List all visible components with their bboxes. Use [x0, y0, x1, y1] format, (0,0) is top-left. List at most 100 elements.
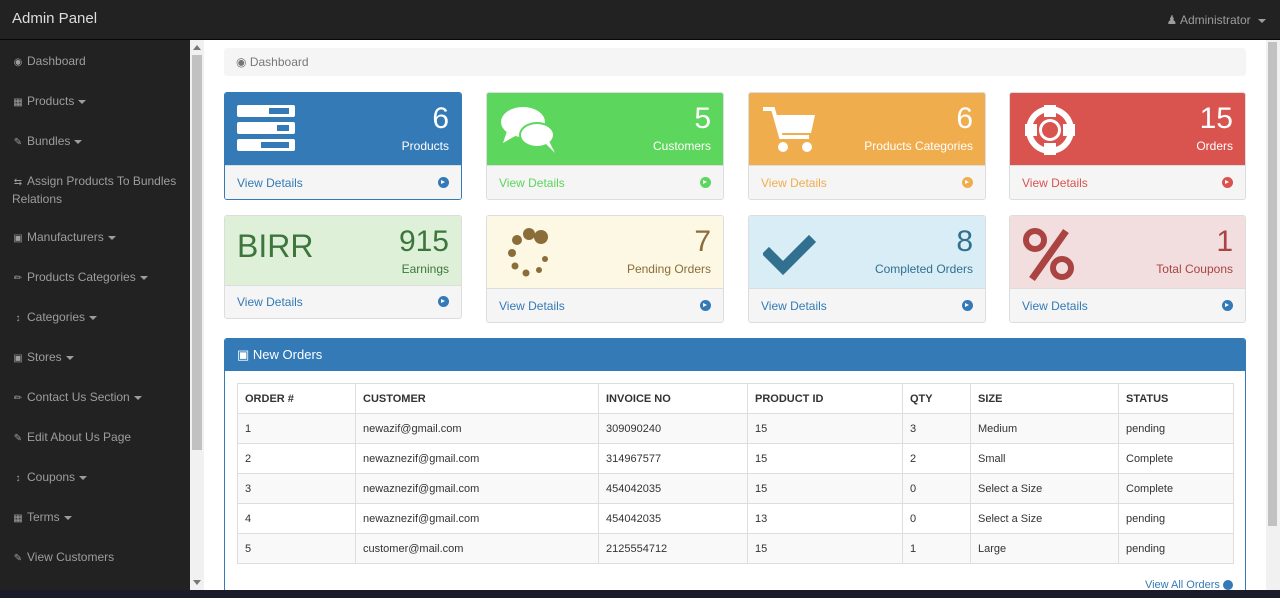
table-cell: newaznezif@gmail.com — [355, 443, 599, 474]
completed-orders-count: 8 — [956, 225, 973, 258]
panel-products-categories: 6 Products Categories View Details — [748, 92, 986, 200]
column-header: INVOICE NO — [598, 383, 748, 414]
table-cell: newazif@gmail.com — [355, 413, 599, 444]
table-cell: customer@mail.com — [355, 533, 599, 564]
products-view-details[interactable]: View Details — [225, 165, 461, 199]
earnings-label: Earnings — [401, 262, 449, 276]
tasks-icon — [237, 105, 295, 151]
table-cell: 2125554712 — [598, 533, 748, 564]
table-cell: pending — [1118, 503, 1234, 534]
table-row[interactable]: 3 newaznezif@gmail.com 454042035 15 0 Se… — [237, 473, 1234, 504]
arrow-circle-right-icon — [700, 177, 711, 188]
percent-icon — [1023, 228, 1074, 282]
chevron-down-icon — [107, 235, 116, 240]
sidebar: ◉ Dashboard ▦ Products ✎ Bundles ⇆ Assign Pr… — [0, 40, 190, 590]
customers-count: 5 — [694, 102, 711, 135]
orders-count: 15 — [1199, 102, 1233, 135]
table-cell: 15 — [747, 473, 903, 504]
table-cell: pending — [1118, 533, 1234, 564]
products-categories-count: 6 — [956, 102, 973, 135]
panel-orders: 15 Orders View Details — [1009, 92, 1246, 200]
table-cell: Complete — [1118, 443, 1234, 474]
chevron-down-icon — [65, 355, 74, 360]
chevron-down-icon — [74, 139, 83, 144]
breadcrumb: ◉ Dashboard — [224, 48, 1246, 76]
comments-icon — [501, 107, 555, 153]
products-count: 6 — [432, 102, 449, 135]
table-cell: 15 — [747, 533, 903, 564]
table-cell: 1 — [902, 533, 971, 564]
orders-view-details[interactable]: View Details — [1010, 165, 1245, 199]
total-coupons-count: 1 — [1216, 225, 1233, 258]
chevron-down-icon — [1258, 18, 1266, 23]
sidebar-item-terms[interactable]: ▦ Terms — [0, 509, 190, 527]
pending-orders-view-details[interactable]: View Details — [487, 288, 723, 322]
table-cell: 13 — [747, 503, 903, 534]
table-cell: 2 — [902, 443, 971, 474]
panel-customers: 5 Customers View Details — [486, 92, 724, 200]
sidebar-item-coupons[interactable]: ↕ Coupons — [0, 469, 190, 487]
table-row[interactable]: 4 newaznezif@gmail.com 454042035 13 0 Se… — [237, 503, 1234, 534]
birr-text: BIRR — [237, 228, 314, 264]
arrow-circle-right-icon — [962, 177, 973, 188]
money-icon: ▣ — [237, 347, 250, 362]
sidebar-item-stores[interactable]: ▣ Stores — [0, 349, 190, 367]
chevron-down-icon — [139, 275, 148, 280]
table-cell: Large — [970, 533, 1119, 564]
sidebar-item-assign-products[interactable]: ⇆ Assign Products To Bundles Relations — [0, 173, 190, 207]
chevron-down-icon — [133, 395, 142, 400]
table-icon: ▦ — [13, 513, 23, 524]
arrow-circle-right-icon — [438, 177, 449, 188]
arrow-circle-right-icon — [1223, 580, 1233, 591]
user-name: Administrator — [1179, 13, 1251, 27]
arrow-circle-right-icon — [1222, 300, 1233, 311]
chevron-down-icon — [79, 475, 88, 480]
table-row[interactable]: 1 newazif@gmail.com 309090240 15 3 Mediu… — [237, 413, 1234, 444]
scroll-down-icon[interactable] — [193, 580, 201, 585]
check-icon — [763, 234, 817, 276]
total-coupons-view-details[interactable]: View Details — [1010, 288, 1245, 322]
new-orders-title: New Orders — [252, 347, 323, 362]
support-icon — [1025, 105, 1075, 155]
dashboard-icon: ◉ — [13, 57, 23, 68]
table-row[interactable]: 5 customer@mail.com 2125554712 15 1 Larg… — [237, 533, 1234, 564]
sidebar-item-bundles[interactable]: ✎ Bundles — [0, 133, 190, 151]
sidebar-item-categories[interactable]: ↕ Categories — [0, 309, 190, 327]
user-menu[interactable]: ♟ Administrator — [1167, 13, 1266, 27]
column-header: PRODUCT ID — [747, 383, 903, 414]
chevron-down-icon — [89, 315, 98, 320]
page-scroll-thumb[interactable] — [1268, 42, 1277, 526]
sidebar-item-dashboard[interactable]: ◉ Dashboard — [0, 53, 190, 71]
sidebar-item-contact-us[interactable]: ✏ Contact Us Section — [0, 389, 190, 407]
sidebar-scroll-thumb[interactable] — [192, 55, 202, 450]
sidebar-item-products[interactable]: ▦ Products — [0, 93, 190, 111]
table-cell: newaznezif@gmail.com — [355, 473, 599, 504]
table-header-row: ORDER # CUSTOMER INVOICE NO PRODUCT ID Q… — [237, 383, 1234, 414]
spinner-icon — [508, 228, 548, 277]
brand-title[interactable]: Admin Panel — [12, 10, 97, 27]
sidebar-item-about-us[interactable]: ✎ Edit About Us Page — [0, 429, 190, 447]
column-header: CUSTOMER — [355, 383, 599, 414]
arrow-circle-right-icon — [962, 300, 973, 311]
table-cell: Small — [970, 443, 1119, 474]
panel-earnings: BIRR 915 Earnings View Details — [224, 215, 462, 319]
products-categories-view-details[interactable]: View Details — [749, 165, 985, 199]
orders-table: ORDER # CUSTOMER INVOICE NO PRODUCT ID Q… — [237, 383, 1234, 564]
completed-orders-view-details[interactable]: View Details — [749, 288, 985, 322]
scroll-up-icon[interactable] — [193, 45, 201, 50]
sort-icon: ↕ — [15, 313, 21, 324]
sidebar-item-products-categories[interactable]: ✏ Products Categories — [0, 269, 190, 287]
sidebar-item-manufacturers[interactable]: ▣ Manufacturers — [0, 229, 190, 247]
table-cell: Complete — [1118, 473, 1234, 504]
table-icon: ▦ — [13, 97, 23, 108]
customers-view-details[interactable]: View Details — [487, 165, 723, 199]
table-cell: 314967577 — [598, 443, 748, 474]
edit-icon: ✎ — [13, 137, 23, 148]
chevron-down-icon — [78, 99, 87, 104]
sidebar-item-view-customers[interactable]: ✎ View Customers — [0, 549, 190, 567]
table-row[interactable]: 2 newaznezif@gmail.com 314967577 15 2 Sm… — [237, 443, 1234, 474]
column-header: QTY — [902, 383, 971, 414]
earnings-view-details[interactable]: View Details — [225, 285, 461, 318]
arrow-circle-right-icon — [1222, 177, 1233, 188]
new-orders-header: ▣ New Orders — [225, 339, 1245, 371]
